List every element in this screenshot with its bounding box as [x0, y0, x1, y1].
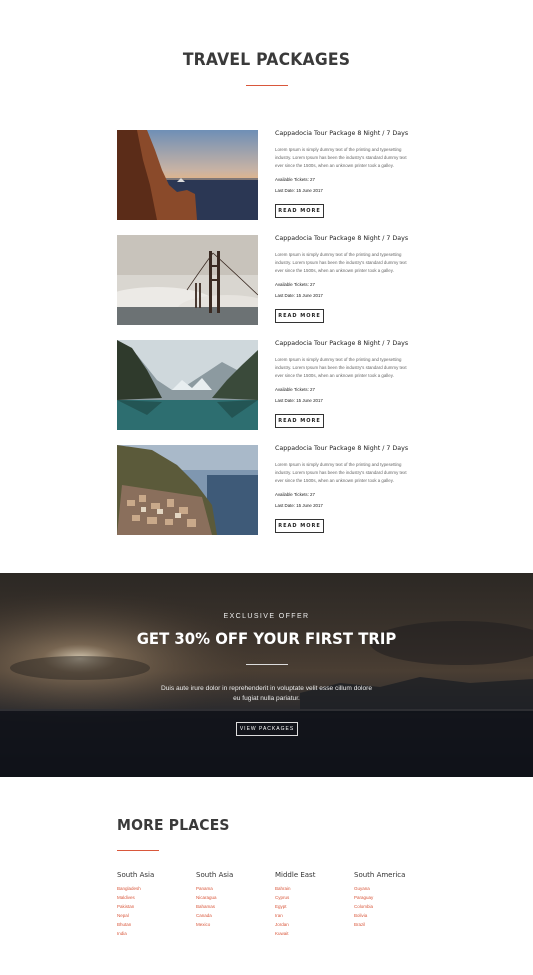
place-link[interactable]: India [117, 929, 187, 938]
offer-text: Duis aute irure dolor in reprehenderit i… [160, 685, 373, 702]
column-heading: South Asia [196, 871, 234, 879]
place-link[interactable]: Bahamas [196, 902, 266, 911]
offer-title: GET 30% OFF YOUR FIRST TRIP [136, 629, 397, 648]
package-image-cliff-village[interactable] [117, 445, 258, 535]
places-underline [117, 850, 159, 851]
place-link[interactable]: Bangladesh [117, 884, 187, 893]
place-link[interactable]: Kuwait [275, 929, 345, 938]
place-link[interactable]: Mexico [196, 920, 266, 929]
column-heading: Middle East [275, 871, 316, 879]
title-underline [246, 85, 288, 86]
offer-background-image [0, 573, 533, 777]
package-title[interactable]: Cappadocia Tour Package 8 Night / 7 Days [275, 445, 408, 452]
offer-banner: EXCLUSIVE OFFER GET 30% OFF YOUR FIRST T… [0, 573, 533, 777]
offer-eyebrow: EXCLUSIVE OFFER [223, 613, 310, 620]
package-description: Lorem Ipsum is simply dummy text of the … [275, 147, 407, 168]
places-column: Middle East Bahrain Cyprus Egypt Iran Jo… [275, 871, 345, 938]
package-date: Last Date: 15 June 2017 [275, 188, 323, 193]
package-description: Lorem Ipsum is simply dummy text of the … [275, 357, 407, 378]
place-link[interactable]: Pakistan [117, 902, 187, 911]
packages-title: TRAVEL PACKAGES [182, 50, 351, 70]
places-column: South America Guyana Paraguay Colombia B… [354, 871, 424, 929]
place-link[interactable]: Jordan [275, 920, 345, 929]
package-date: Last Date: 15 June 2017 [275, 293, 323, 298]
package-tickets: Available Tickets: 27 [275, 177, 315, 182]
read-more-button[interactable]: READ MORE [275, 414, 324, 428]
place-link[interactable]: Paraguay [354, 893, 424, 902]
place-link[interactable]: Guyana [354, 884, 424, 893]
place-link[interactable]: Bhutan [117, 920, 187, 929]
read-more-button[interactable]: READ MORE [275, 204, 324, 218]
package-card: Cappadocia Tour Package 8 Night / 7 Days… [117, 130, 437, 222]
package-date: Last Date: 15 June 2017 [275, 398, 323, 403]
view-packages-button[interactable]: VIEW PACKAGES [236, 722, 298, 736]
package-title[interactable]: Cappadocia Tour Package 8 Night / 7 Days [275, 235, 408, 242]
place-link[interactable]: Canada [196, 911, 266, 920]
place-link[interactable]: Bahrain [275, 884, 345, 893]
package-description: Lorem Ipsum is simply dummy text of the … [275, 252, 407, 273]
column-heading: South America [354, 871, 406, 879]
place-link[interactable]: Brazil [354, 920, 424, 929]
package-date: Last Date: 15 June 2017 [275, 503, 323, 508]
place-link[interactable]: Bolivia [354, 911, 424, 920]
place-link[interactable]: Nicaragua [196, 893, 266, 902]
place-link[interactable]: Maldives [117, 893, 187, 902]
places-title: MORE PLACES [117, 816, 230, 834]
place-link[interactable]: Panama [196, 884, 266, 893]
package-image-bridge-fog[interactable] [117, 235, 258, 325]
package-title[interactable]: Cappadocia Tour Package 8 Night / 7 Days [275, 340, 408, 347]
package-tickets: Available Tickets: 27 [275, 387, 315, 392]
package-image-cliff-coast[interactable] [117, 130, 258, 220]
package-description: Lorem Ipsum is simply dummy text of the … [275, 462, 407, 483]
package-card: Cappadocia Tour Package 8 Night / 7 Days… [117, 235, 437, 327]
package-card: Cappadocia Tour Package 8 Night / 7 Days… [117, 340, 437, 432]
package-image-mountain-lake[interactable] [117, 340, 258, 430]
package-tickets: Available Tickets: 27 [275, 282, 315, 287]
offer-underline [246, 664, 288, 665]
place-link[interactable]: Nepal [117, 911, 187, 920]
places-column: South Asia Bangladesh Maldives Pakistan … [117, 871, 187, 938]
package-tickets: Available Tickets: 27 [275, 492, 315, 497]
package-card: Cappadocia Tour Package 8 Night / 7 Days… [117, 445, 437, 537]
place-link[interactable]: Cyprus [275, 893, 345, 902]
read-more-button[interactable]: READ MORE [275, 309, 324, 323]
package-title[interactable]: Cappadocia Tour Package 8 Night / 7 Days [275, 130, 408, 137]
place-link[interactable]: Colombia [354, 902, 424, 911]
column-heading: South Asia [117, 871, 155, 879]
place-link[interactable]: Egypt [275, 902, 345, 911]
places-column: South Asia Panama Nicaragua Bahamas Cana… [196, 871, 266, 929]
read-more-button[interactable]: READ MORE [275, 519, 324, 533]
place-link[interactable]: Iran [275, 911, 345, 920]
